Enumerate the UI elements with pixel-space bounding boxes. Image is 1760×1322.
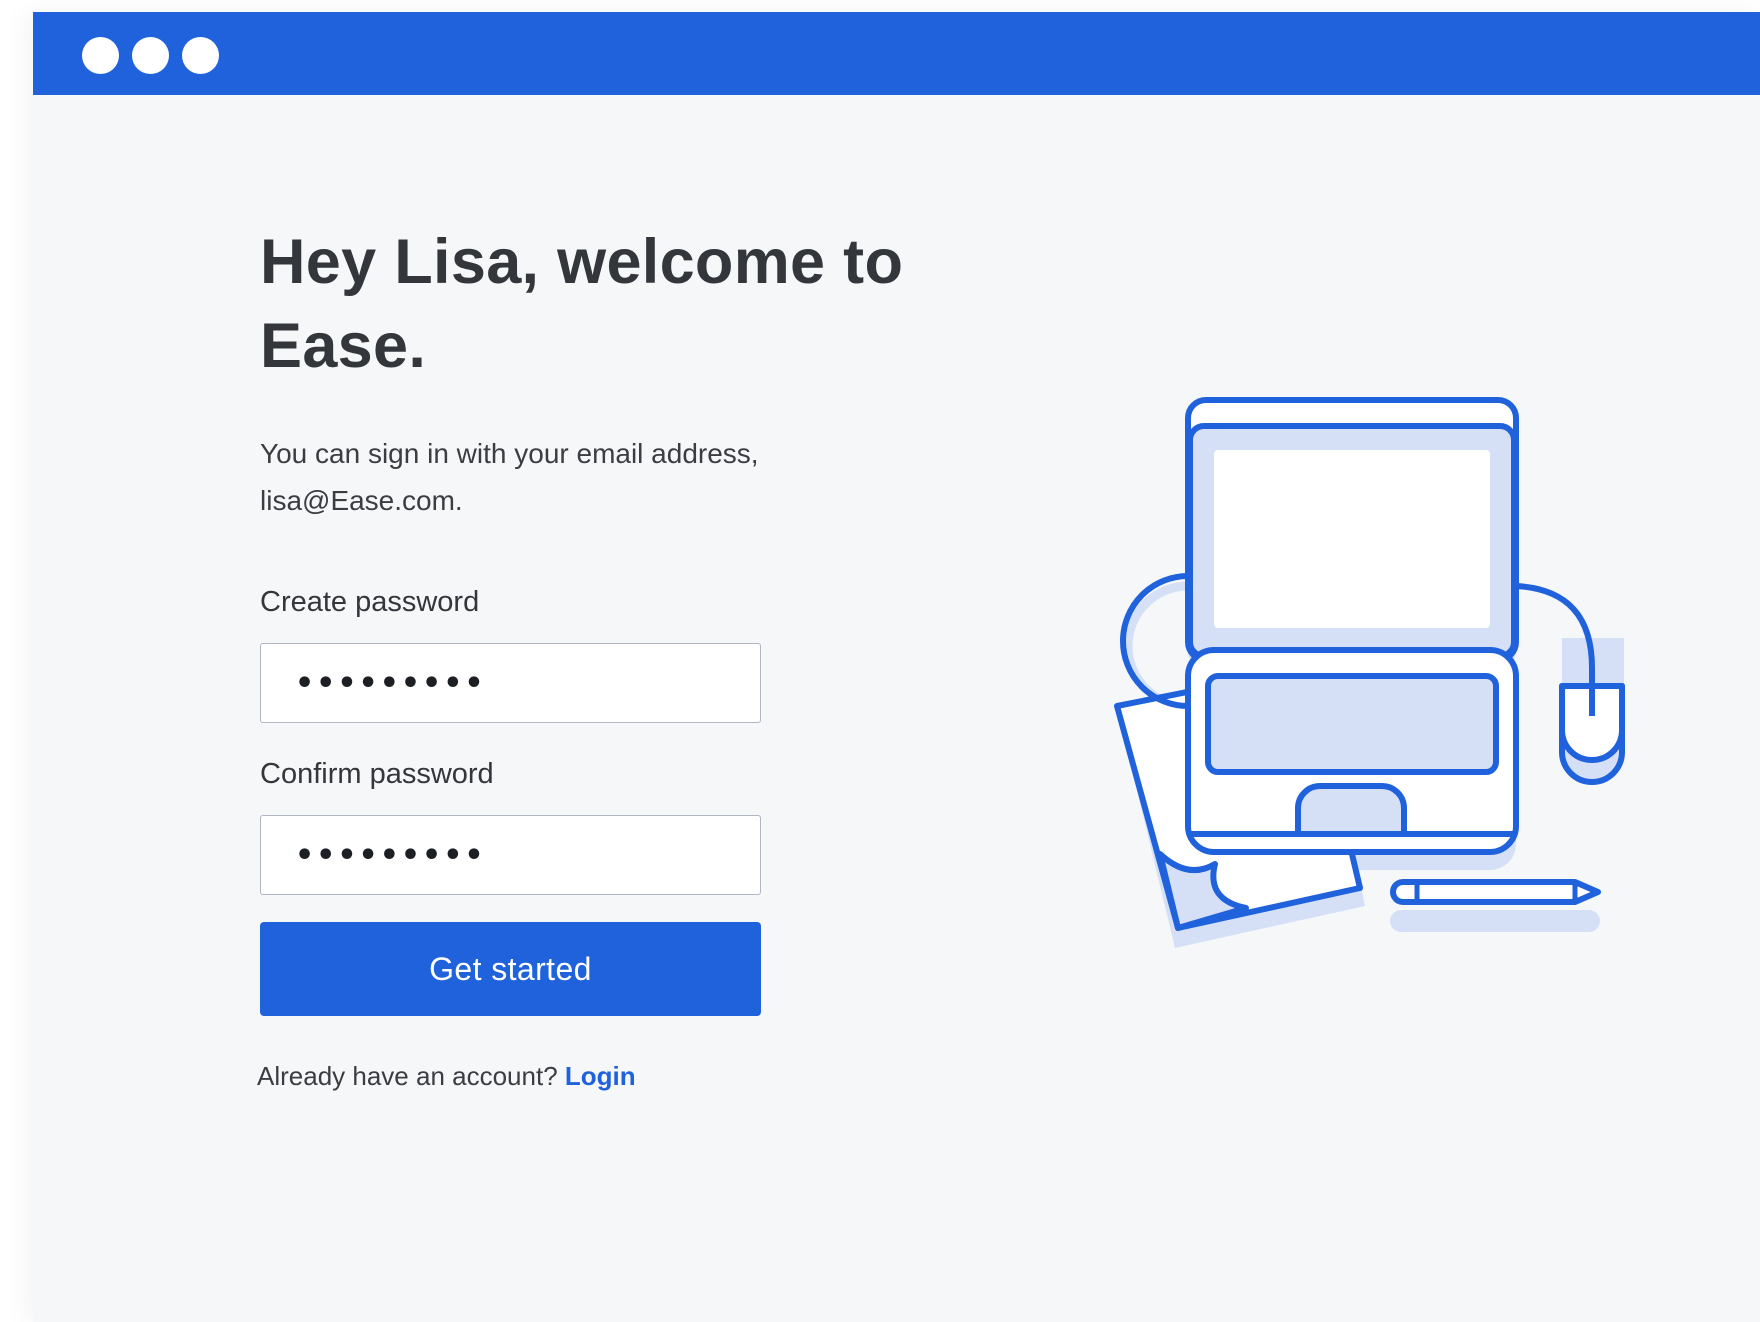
login-prompt-text: Already have an account?	[257, 1061, 558, 1091]
confirm-password-field[interactable]: •••••••••	[260, 815, 761, 895]
window-titlebar	[33, 12, 1760, 95]
intro-text-line-1: You can sign in with your email address,	[260, 438, 759, 469]
get-started-button[interactable]: Get started	[260, 922, 761, 1016]
intro-email: lisa@Ease.com.	[260, 485, 463, 516]
monitor	[1185, 397, 1519, 663]
computer-desk-illustration	[1114, 397, 1625, 948]
intro-text: You can sign in with your email address,…	[260, 430, 880, 524]
login-link[interactable]: Login	[565, 1061, 636, 1091]
create-password-field[interactable]: •••••••••	[260, 643, 761, 723]
page-title-line-2: Ease.	[260, 311, 427, 381]
page-title-line-1: Hey Lisa, welcome to	[260, 227, 904, 297]
window-control-dot[interactable]	[82, 37, 119, 74]
signup-form: Hey Lisa, welcome to Ease. You can sign …	[257, 220, 980, 1092]
confirm-password-label: Confirm password	[260, 758, 494, 790]
login-prompt: Already have an account? Login	[257, 1061, 980, 1092]
create-password-label: Create password	[260, 586, 480, 618]
pencil	[1390, 879, 1601, 905]
mouse	[1515, 583, 1625, 785]
page-title: Hey Lisa, welcome to Ease.	[260, 220, 980, 388]
computer-base	[1185, 647, 1519, 855]
window-control-dot[interactable]	[182, 37, 219, 74]
window-control-dot[interactable]	[132, 37, 169, 74]
